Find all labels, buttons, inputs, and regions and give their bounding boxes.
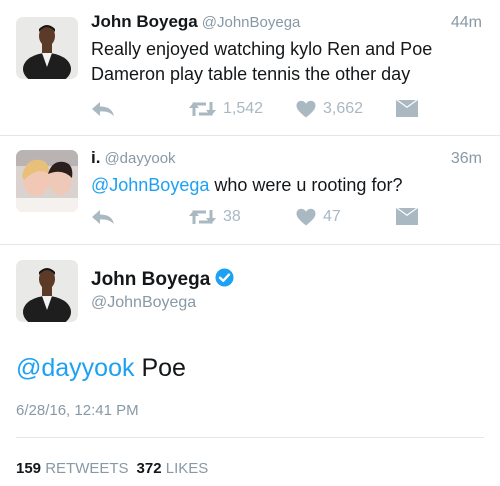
- divider: [16, 437, 484, 438]
- direct-message-button[interactable]: [396, 208, 418, 225]
- display-name[interactable]: John Boyega: [91, 269, 210, 290]
- avatar[interactable]: [16, 17, 78, 79]
- retweet-button[interactable]: 38: [189, 208, 241, 226]
- retweet-icon: [189, 210, 216, 224]
- likes-count: 372: [136, 460, 162, 477]
- display-name-row: John Boyega: [91, 268, 234, 293]
- user-handle[interactable]: @JohnBoyega: [202, 14, 301, 31]
- tweet-text: @dayyook Poe: [16, 354, 186, 383]
- like-button[interactable]: 3,662: [296, 100, 363, 118]
- tweet-1[interactable]: John Boyega @JohnBoyega 44m Really enjoye…: [0, 0, 500, 135]
- like-count: 3,662: [323, 100, 364, 117]
- retweets-label: RETWEETS: [45, 460, 129, 477]
- retweet-count: 38: [223, 208, 241, 225]
- avatar-photo: [16, 17, 78, 79]
- direct-message-button[interactable]: [396, 100, 418, 117]
- tweet-actions: 1,542 3,662: [91, 100, 421, 122]
- tweet-text: @JohnBoyega who were u rooting for?: [91, 173, 486, 198]
- user-handle[interactable]: @JohnBoyega: [91, 294, 196, 312]
- tweet-actions: 38 47: [91, 208, 421, 230]
- reply-button[interactable]: [91, 100, 115, 118]
- tweet-text: Really enjoyed watching kylo Ren and Poe…: [91, 39, 433, 84]
- retweets-count: 159: [16, 460, 42, 477]
- reply-icon: [92, 210, 114, 224]
- likes-stat[interactable]: 372 LIKES: [137, 460, 209, 477]
- avatar[interactable]: [16, 150, 78, 212]
- like-count: 47: [323, 208, 341, 225]
- retweet-button[interactable]: 1,542: [189, 100, 263, 118]
- reply-button[interactable]: [91, 208, 115, 226]
- like-button[interactable]: 47: [296, 208, 341, 226]
- tweet-timestamp: 6/28/16, 12:41 PM: [16, 402, 139, 419]
- tweet-time: 44m: [450, 14, 482, 31]
- heart-icon: [296, 208, 316, 226]
- avatar[interactable]: [16, 260, 78, 322]
- retweet-count: 1,542: [223, 100, 264, 117]
- mention-link[interactable]: @JohnBoyega: [91, 175, 209, 195]
- tweet-2[interactable]: i. @dayyook 36m @JohnBoyega who were u ro…: [0, 136, 500, 244]
- retweets-stat[interactable]: 159 RETWEETS: [16, 460, 129, 477]
- retweet-icon: [189, 102, 216, 116]
- reply-icon: [92, 102, 114, 116]
- mention-link[interactable]: @dayyook: [16, 354, 135, 382]
- heart-icon: [296, 100, 316, 118]
- tweet-text-content: Poe: [134, 354, 186, 382]
- tweet-text-content: who were u rooting for?: [209, 175, 403, 195]
- avatar-photo: [16, 260, 78, 322]
- avatar-photo: [16, 150, 78, 212]
- verified-badge-icon: [215, 268, 234, 293]
- engagement-stats: 159 RETWEETS 372 LIKES: [16, 460, 208, 477]
- likes-label: LIKES: [165, 460, 209, 477]
- display-name[interactable]: John Boyega: [91, 12, 198, 31]
- display-name[interactable]: i.: [91, 148, 100, 167]
- envelope-icon: [396, 100, 418, 117]
- tweet-time: 36m: [450, 150, 482, 167]
- user-handle[interactable]: @dayyook: [104, 150, 175, 167]
- envelope-icon: [396, 208, 418, 225]
